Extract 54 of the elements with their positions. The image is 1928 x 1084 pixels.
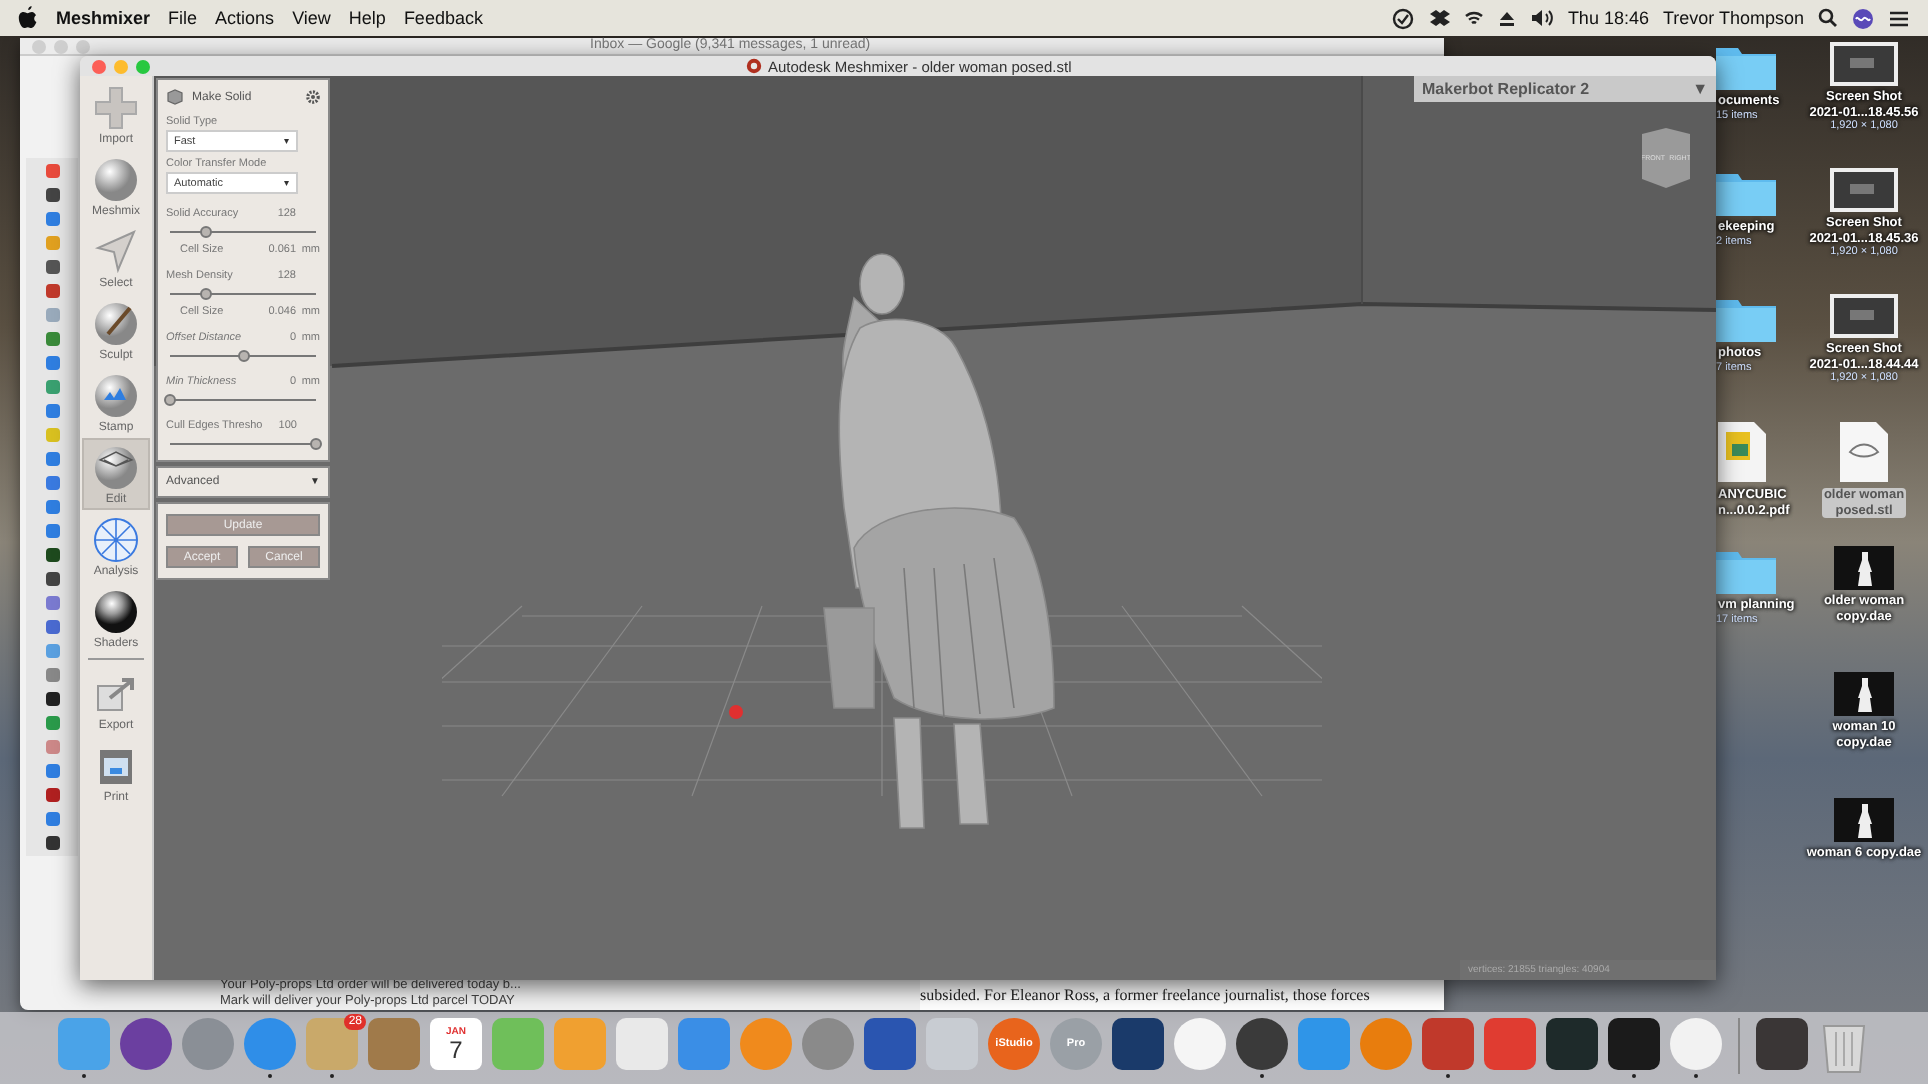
stamp-icon	[92, 371, 140, 419]
arrow-cursor-icon	[92, 227, 140, 275]
document-icon	[1838, 420, 1890, 484]
slider-thumb[interactable]	[200, 226, 213, 238]
menu-item[interactable]: Help	[348, 8, 386, 28]
app-icon[interactable]	[1112, 1018, 1164, 1070]
document-icon	[1716, 420, 1768, 484]
app-icon[interactable]	[1756, 1018, 1808, 1070]
slider[interactable]	[170, 438, 316, 450]
app-menu[interactable]: Meshmixer	[56, 8, 151, 28]
folder-icon	[1716, 546, 1776, 594]
mesh-sphere-icon	[92, 443, 140, 491]
app-icon[interactable]	[1546, 1018, 1598, 1070]
search-icon	[1818, 8, 1838, 28]
figure-thumbnail-icon	[1834, 672, 1894, 716]
mesh-sphere-icon	[92, 515, 140, 563]
menu-item[interactable]: Feedback	[403, 8, 483, 28]
sphere-icon	[92, 587, 140, 635]
folder-icon	[1716, 168, 1776, 216]
screenshot-thumbnail-icon	[1829, 42, 1898, 86]
slider-thumb[interactable]	[164, 394, 176, 406]
slider-thumb[interactable]	[237, 350, 249, 362]
app-icon[interactable]	[1236, 1018, 1288, 1070]
list-icon	[1888, 9, 1910, 27]
brush-sphere-icon	[92, 299, 140, 347]
menu-item[interactable]: View	[292, 8, 331, 28]
message-body-text: subsided. For Eleanor Ross, a former freelance journalist, those forces	[920, 978, 1444, 1010]
screenshot-thumbnail-icon	[1829, 294, 1898, 338]
cube-icon	[166, 88, 184, 106]
folder-icon	[1716, 42, 1776, 90]
slider-thumb[interactable]	[200, 288, 213, 300]
wifi-icon	[1463, 8, 1484, 28]
settings-icon	[306, 90, 320, 104]
menu-item[interactable]: Actions	[215, 8, 275, 28]
siri-icon	[1852, 7, 1874, 29]
figure-thumbnail-icon	[1834, 546, 1894, 590]
sphere-icon	[92, 155, 140, 203]
volume-icon	[1529, 8, 1554, 28]
pivot-point-icon	[728, 704, 744, 720]
app-icon[interactable]	[1608, 1018, 1660, 1070]
user-name[interactable]: Trevor Thompson	[1662, 8, 1804, 28]
eject-icon	[1497, 9, 1516, 27]
folder-icon	[1716, 294, 1776, 342]
slider[interactable]	[170, 394, 316, 406]
menu-item[interactable]: File	[168, 8, 198, 28]
screenshot-thumbnail-icon	[1829, 168, 1898, 212]
check-circle-icon	[1391, 7, 1414, 29]
app-icon[interactable]	[120, 1018, 172, 1070]
slider-thumb[interactable]	[310, 438, 322, 450]
plus-icon	[92, 83, 140, 131]
apple-logo-icon	[18, 6, 38, 30]
clock-text[interactable]: Thu 18:46	[1567, 8, 1649, 28]
figure-thumbnail-icon	[1833, 798, 1894, 842]
printer-dropdown[interactable]: Makerbot Replicator 2 ▼	[1414, 76, 1716, 102]
